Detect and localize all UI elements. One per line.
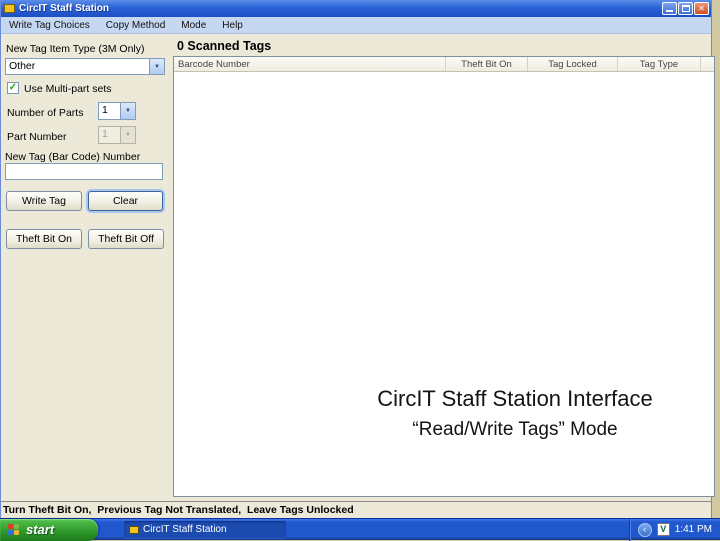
status-bar: Turn Theft Bit On, Previous Tag Not Tran… — [1, 501, 711, 518]
tray-expand-button[interactable]: ‹ — [637, 522, 652, 537]
menu-write-tag-choices[interactable]: Write Tag Choices — [1, 20, 98, 31]
window-title: CircIT Staff Station — [19, 3, 110, 14]
minimize-button[interactable] — [662, 2, 677, 15]
start-button[interactable]: start — [0, 518, 98, 541]
item-type-label: New Tag Item Type (3M Only) — [6, 43, 145, 55]
part-number-select: 1 ▼ — [98, 126, 136, 144]
menu-bar: Write Tag Choices Copy Method Mode Help — [1, 17, 711, 34]
taskbar-task-button[interactable]: CircIT Staff Station — [124, 520, 286, 539]
multipart-checkbox[interactable]: ✓ — [7, 82, 19, 94]
slide-title: CircIT Staff Station Interface — [377, 386, 653, 411]
slide-subtitle: “Read/Write Tags” Mode — [412, 419, 618, 440]
item-type-value: Other — [9, 60, 36, 72]
number-of-parts-label: Number of Parts — [7, 107, 84, 119]
minimize-icon — [666, 10, 673, 12]
tray-app-icon[interactable]: V — [656, 523, 670, 536]
close-icon: ✕ — [698, 3, 705, 13]
column-header-spacer — [701, 57, 714, 71]
chevron-down-icon[interactable]: ▼ — [149, 59, 164, 74]
write-tag-button[interactable]: Write Tag — [6, 191, 82, 211]
menu-help[interactable]: Help — [214, 20, 251, 31]
task-button-label: CircIT Staff Station — [143, 524, 227, 535]
column-header-theft-bit-on[interactable]: Theft Bit On — [446, 57, 528, 71]
theft-bit-on-button[interactable]: Theft Bit On — [6, 229, 82, 249]
number-of-parts-select[interactable]: 1 ▼ — [98, 102, 136, 120]
app-icon — [4, 4, 15, 13]
new-tag-input[interactable] — [5, 163, 163, 180]
table-header-row: Barcode Number Theft Bit On Tag Locked T… — [174, 57, 714, 72]
clear-button[interactable]: Clear — [88, 191, 163, 211]
column-header-tag-locked[interactable]: Tag Locked — [528, 57, 618, 71]
check-icon: ✓ — [8, 82, 18, 93]
slide-caption: CircIT Staff Station Interface “Read/Wri… — [340, 386, 690, 441]
start-button-label: start — [26, 522, 55, 537]
new-tag-label: New Tag (Bar Code) Number — [5, 151, 141, 163]
task-app-icon — [129, 525, 139, 534]
theft-bit-off-button[interactable]: Theft Bit Off — [88, 229, 164, 249]
maximize-icon — [681, 5, 690, 12]
part-number-label: Part Number — [7, 131, 67, 143]
scanned-tags-heading: 0 Scanned Tags — [177, 39, 272, 53]
windows-flag-icon — [8, 523, 21, 536]
multipart-checkbox-label[interactable]: Use Multi-part sets — [24, 83, 112, 95]
app-window: CircIT Staff Station ✕ Write Tag Choices… — [0, 0, 715, 518]
part-number-value: 1 — [102, 128, 108, 140]
menu-mode[interactable]: Mode — [173, 20, 214, 31]
chevron-down-icon[interactable]: ▼ — [120, 103, 135, 119]
chevron-down-icon: ▼ — [120, 127, 135, 143]
item-type-select[interactable]: Other ▼ — [5, 58, 165, 75]
title-bar[interactable]: CircIT Staff Station ✕ — [1, 0, 711, 17]
close-button[interactable]: ✕ — [694, 2, 709, 15]
clock: 1:41 PM — [674, 524, 712, 535]
chevron-left-icon: ‹ — [643, 524, 647, 534]
system-tray: ‹ V 1:41 PM — [628, 518, 720, 541]
taskbar: start CircIT Staff Station ‹ V 1:41 PM — [0, 518, 720, 541]
column-header-barcode-number[interactable]: Barcode Number — [174, 57, 446, 71]
number-of-parts-value: 1 — [102, 104, 108, 116]
column-header-tag-type[interactable]: Tag Type — [618, 57, 701, 71]
menu-copy-method[interactable]: Copy Method — [98, 20, 173, 31]
client-area: New Tag Item Type (3M Only) Other ▼ ✓ Us… — [1, 34, 715, 501]
maximize-button[interactable] — [678, 2, 693, 15]
